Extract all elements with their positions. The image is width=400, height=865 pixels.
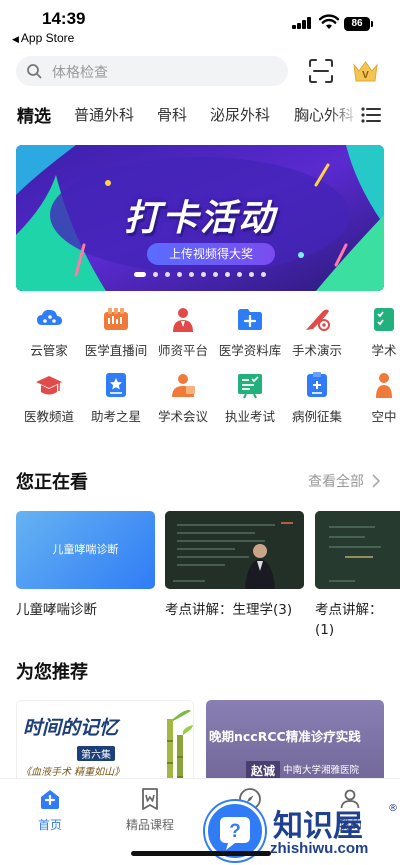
quick-link-item[interactable]: 学术会议 (150, 371, 216, 431)
video-thumbnail: 儿童哮喘诊断 (16, 511, 155, 589)
watching-title: 您正在看 (16, 472, 88, 493)
quick-link-item[interactable]: 空中 (351, 371, 400, 431)
search-bar[interactable]: 体格检查 (16, 56, 288, 86)
see-all-link[interactable]: 查看全部 (308, 471, 364, 491)
rec-card-subtitle: 《血液手术 精重如山》 (21, 767, 125, 778)
conference-icon (172, 374, 195, 397)
rec-card-episode: 第六集 (77, 746, 115, 761)
home-indicator (131, 851, 271, 856)
svg-text:?: ? (229, 821, 241, 842)
quick-link-item[interactable]: 云管家 (16, 305, 82, 365)
quick-link-item[interactable]: 医学直播间 (83, 305, 149, 365)
wifi-icon (319, 14, 339, 29)
folder-plus-icon (238, 309, 262, 330)
lecture-frame (315, 511, 400, 589)
star-book-icon (106, 373, 126, 397)
vip-crown-icon[interactable]: V (352, 59, 379, 84)
lecture-frame (165, 511, 304, 589)
rec-card-affiliation: 中南大学湘雅医院 (283, 765, 360, 776)
video-caption: 考点讲解：(1) (315, 602, 383, 638)
case-clipboard-icon (307, 372, 327, 397)
cloud-link-icon (37, 309, 62, 325)
quick-link-item[interactable]: 医学资料库 (217, 305, 283, 365)
scalpel-icon (306, 309, 330, 331)
quick-link-item[interactable]: 手术演示 (284, 305, 350, 365)
bookmark-w-icon (142, 788, 158, 810)
quick-link-item[interactable]: 医教频道 (16, 371, 82, 431)
tab-featured[interactable]: 精选 (17, 102, 51, 127)
recommend-card[interactable]: 时间的记忆 第六集 《血液手术 精重如山》 (16, 700, 194, 790)
tabs-fade (330, 96, 360, 136)
banner-title: 打卡活动 (123, 197, 276, 239)
home-plus-icon (41, 790, 59, 809)
quick-link-item[interactable]: 病例征集 (284, 371, 350, 431)
cellular-signal-icon (292, 17, 312, 29)
search-placeholder: 体格检查 (52, 65, 108, 81)
nav-premium-courses-label: 精品课程 (125, 818, 174, 832)
quick-link-label: 空中 (371, 409, 397, 424)
tab-urology[interactable]: 泌尿外科 (210, 104, 270, 125)
banner-dot[interactable] (165, 272, 170, 277)
watermark-brand: 知识屋 (273, 809, 363, 844)
banner-subtitle: 上传视频得大奖 (147, 243, 275, 265)
banner-dot[interactable] (177, 272, 182, 277)
banner-dot[interactable] (261, 272, 266, 277)
video-caption: 儿童哮喘诊断 (16, 602, 97, 618)
menu-icon[interactable] (361, 107, 381, 123)
quick-link-item[interactable]: 学术 (351, 305, 400, 365)
banner-dot[interactable] (153, 272, 158, 277)
video-caption: 考点讲解：生理学(3) (165, 602, 293, 618)
tab-general-surgery[interactable]: 普通外科 (74, 104, 134, 125)
banner-dot[interactable] (201, 272, 206, 277)
back-app-label: App Store (20, 31, 75, 45)
quick-link-item[interactable]: 助考之星 (83, 371, 149, 431)
recommend-card[interactable]: 晚期nccRCC精准诊疗实践 赵诚 中南大学湘雅医院 (206, 700, 384, 790)
video-thumbnail (165, 511, 304, 589)
battery-indicator: 86 (344, 17, 373, 31)
svg-text:V: V (362, 70, 369, 81)
nav-home[interactable]: 首页 (10, 779, 90, 839)
live-stream-icon (104, 308, 128, 330)
banner-dot[interactable] (134, 272, 146, 277)
nav-premium-courses[interactable]: 精品课程 (110, 779, 190, 839)
teacher-icon (173, 308, 193, 332)
video-thumb-label: 儿童哮喘诊断 (52, 543, 119, 556)
status-time: 14:39 (42, 9, 86, 28)
recommend-title: 为您推荐 (16, 662, 88, 683)
banner-dot[interactable] (189, 272, 194, 277)
person-icon (376, 373, 392, 398)
quick-link-item[interactable]: 师资平台 (150, 305, 216, 365)
checklist-icon (374, 308, 394, 331)
banner-dot[interactable] (237, 272, 242, 277)
nav-home-label: 首页 (37, 818, 62, 832)
watermark-url: zhishiwu.com (270, 840, 369, 857)
question-chat-icon: ? (220, 817, 250, 850)
quick-link-item[interactable]: 执业考试 (217, 371, 283, 431)
search-icon (27, 64, 42, 79)
rec-card-title: 时间的记忆 (23, 717, 119, 739)
chevron-right-icon[interactable] (372, 474, 380, 488)
promo-banner[interactable]: 打卡活动 上传视频得大奖 (16, 145, 384, 291)
video-thumbnail (315, 511, 400, 589)
banner-dot[interactable] (249, 272, 254, 277)
banner-dot[interactable] (213, 272, 218, 277)
quick-link-label: 学术 (371, 343, 397, 358)
tab-orthopedics[interactable]: 骨科 (157, 104, 187, 125)
back-triangle-icon: ◀ (12, 34, 19, 44)
category-tabs: 精选 普通外科 骨科 泌尿外科 胸心外科 (0, 96, 400, 136)
back-to-app-link[interactable]: ◀ App Store (12, 31, 74, 45)
scan-icon[interactable] (308, 58, 334, 84)
status-bar: 14:39 ◀ App Store 86 (0, 0, 400, 50)
rec-card-title: 晚期nccRCC精准诊疗实践 (209, 729, 361, 744)
banner-pagination (16, 272, 384, 277)
bamboo-illustration (167, 710, 193, 789)
banner-dot[interactable] (225, 272, 230, 277)
watermark-registered: ® (388, 803, 398, 814)
exam-board-icon (238, 374, 262, 399)
graduation-cap-icon (36, 376, 62, 395)
